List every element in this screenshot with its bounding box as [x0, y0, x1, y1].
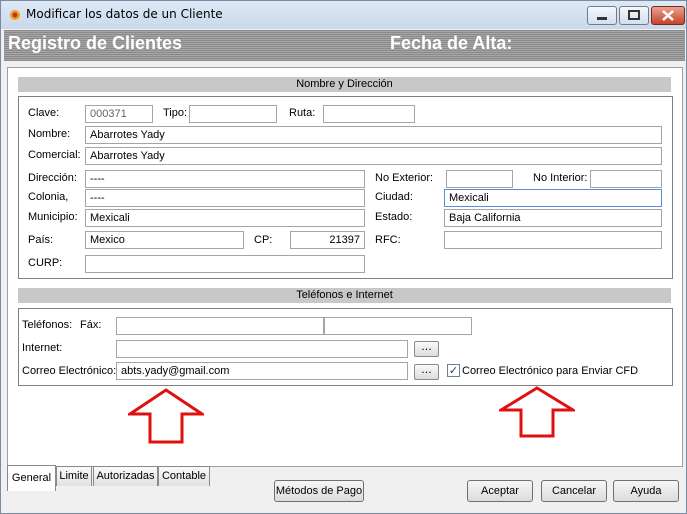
label-ruta: Ruta:: [289, 107, 316, 119]
label-colonia: Colonia,: [28, 191, 69, 203]
close-icon: [662, 10, 674, 21]
label-correo: Correo Electrónico:: [22, 365, 117, 377]
label-estado: Estado:: [375, 211, 413, 223]
label-nombre: Nombre:: [28, 128, 71, 140]
maximize-icon: [628, 10, 640, 20]
maximize-button[interactable]: [619, 6, 649, 25]
label-rfc: RFC:: [375, 234, 401, 246]
window-title: Modificar los datos de un Cliente: [26, 7, 223, 21]
correo-cfd-checkbox[interactable]: ✓: [447, 364, 460, 377]
label-clave: Clave:: [28, 107, 60, 119]
red-arrow-up-icon: [128, 388, 204, 444]
header-band: Registro de Clientes Fecha de Alta:: [4, 30, 685, 61]
ruta-field[interactable]: [323, 105, 415, 123]
tab-contable[interactable]: Contable: [158, 466, 210, 486]
correo-field[interactable]: abts.yady@gmail.com: [116, 362, 408, 380]
label-internet: Internet:: [22, 342, 63, 354]
direccion-field[interactable]: ----: [85, 170, 365, 188]
comercial-field[interactable]: Abarrotes Yady: [85, 147, 662, 165]
tab-limite[interactable]: Limite: [56, 466, 92, 486]
label-direccion: Dirección:: [28, 172, 77, 184]
label-comercial: Comercial:: [28, 149, 81, 161]
tab-autorizadas[interactable]: Autorizadas: [93, 466, 158, 486]
nombre-field[interactable]: Abarrotes Yady: [85, 126, 662, 144]
section-title-phones: Teléfonos e Internet: [18, 288, 671, 303]
close-button[interactable]: [651, 6, 685, 25]
internet-field[interactable]: [116, 340, 408, 358]
label-tipo: Tipo:: [163, 107, 188, 119]
cancelar-button[interactable]: Cancelar: [541, 480, 607, 502]
title-bar: Modificar los datos de un Cliente: [1, 1, 686, 29]
estado-field[interactable]: Baja California: [444, 209, 662, 227]
rfc-field[interactable]: [444, 231, 662, 249]
fecha-alta-label: Fecha de Alta:: [390, 33, 513, 53]
aceptar-button[interactable]: Aceptar: [467, 480, 533, 502]
no-exterior-field[interactable]: [446, 170, 513, 188]
cp-field[interactable]: 21397: [290, 231, 365, 249]
label-municipio: Municipio:: [28, 211, 78, 223]
label-ciudad: Ciudad:: [375, 191, 413, 203]
label-fax: Fáx:: [80, 319, 102, 331]
registro-title: Registro de Clientes: [8, 33, 183, 53]
label-no-interior: No Interior:: [533, 172, 588, 184]
label-telefonos: Teléfonos:: [22, 319, 73, 331]
no-interior-field[interactable]: [590, 170, 662, 188]
metodos-pago-button[interactable]: Métodos de Pago: [274, 480, 364, 502]
curp-field[interactable]: [85, 255, 365, 273]
section-title-address: Nombre y Dirección: [18, 77, 671, 92]
pais-field[interactable]: Mexico: [85, 231, 244, 249]
client-edit-window: Modificar los datos de un Cliente Regist…: [0, 0, 687, 514]
label-no-exterior: No Exterior:: [375, 172, 434, 184]
ayuda-button[interactable]: Ayuda: [613, 480, 679, 502]
clave-field[interactable]: 000371: [85, 105, 153, 123]
label-cp: CP:: [254, 234, 273, 246]
general-tab-panel: Nombre y Dirección Clave: 000371 Tipo: R…: [7, 67, 683, 467]
red-arrow-up-icon: [499, 386, 575, 438]
colonia-field[interactable]: ----: [85, 189, 365, 207]
municipio-field[interactable]: Mexicali: [85, 209, 365, 227]
label-correo-cfd: Correo Electrónico para Enviar CFD: [462, 365, 639, 377]
fax-field[interactable]: [324, 317, 472, 335]
minimize-icon: [597, 17, 607, 20]
internet-browse-button[interactable]: ...: [414, 341, 439, 357]
label-pais: País:: [28, 234, 54, 246]
tab-general[interactable]: General: [7, 465, 56, 491]
app-icon: [10, 10, 20, 20]
label-curp: CURP:: [28, 257, 63, 269]
correo-browse-button[interactable]: ...: [414, 364, 439, 380]
tipo-field[interactable]: [189, 105, 277, 123]
minimize-button[interactable]: [587, 6, 617, 25]
ciudad-field[interactable]: Mexicali: [444, 189, 662, 207]
telefonos-field[interactable]: [116, 317, 324, 335]
